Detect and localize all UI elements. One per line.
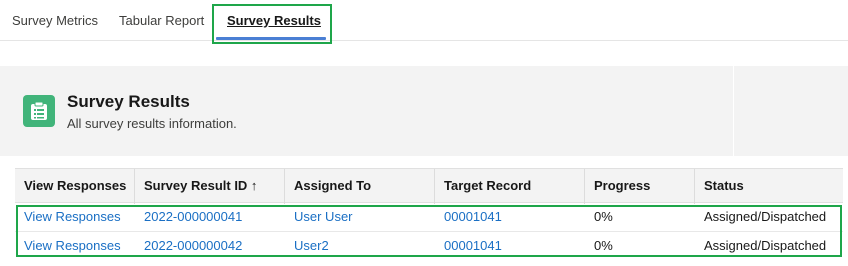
column-header-survey-result-id[interactable]: Survey Result ID ↑ xyxy=(135,169,285,204)
highlight-box-rows xyxy=(16,205,842,257)
column-header-view-responses[interactable]: View Responses xyxy=(15,169,135,204)
page-title: Survey Results xyxy=(67,92,190,111)
clipboard-icon xyxy=(23,95,55,127)
table-header: View Responses Survey Result ID ↑ Assign… xyxy=(15,168,843,204)
tab-survey-metrics[interactable]: Survey Metrics xyxy=(12,0,98,41)
header-divider xyxy=(733,66,734,156)
column-header-status[interactable]: Status xyxy=(695,169,843,204)
highlight-box-tab xyxy=(212,4,332,44)
column-header-progress[interactable]: Progress xyxy=(585,169,695,204)
tab-bar: Survey Metrics Tabular Report Survey Res… xyxy=(0,0,848,41)
page-subtitle: All survey results information. xyxy=(67,116,237,131)
column-header-target-record[interactable]: Target Record xyxy=(435,169,585,204)
column-header-assigned-to[interactable]: Assigned To xyxy=(285,169,435,204)
tab-tabular-report[interactable]: Tabular Report xyxy=(119,0,204,41)
